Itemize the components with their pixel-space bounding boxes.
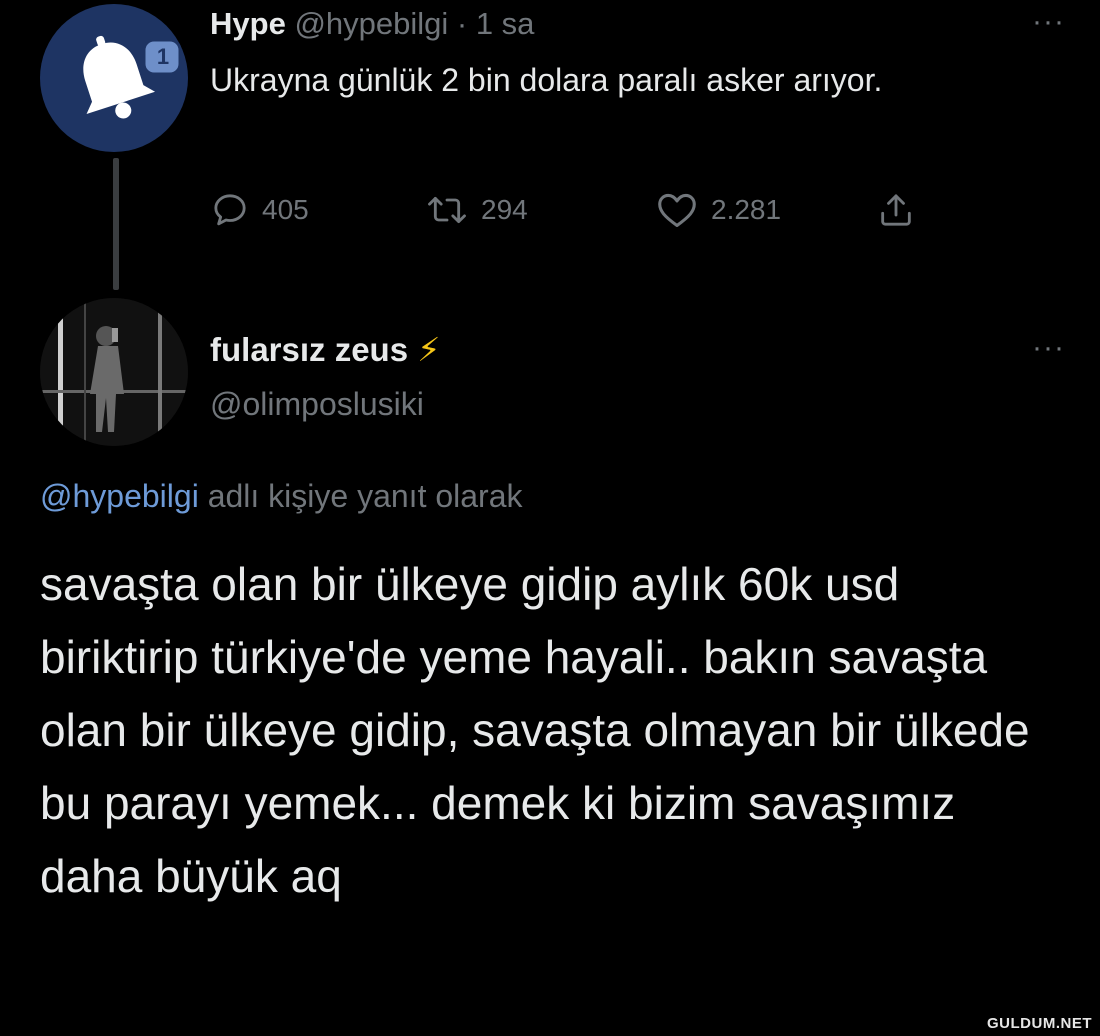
replying-to-suffix: adlı kişiye yanıt olarak bbox=[198, 478, 523, 514]
watermark-text: GULDUM.NET bbox=[987, 1015, 1092, 1032]
notification-badge-count: 1 bbox=[156, 44, 170, 69]
parent-handle-time[interactable]: @hypebilgi · 1 sa bbox=[294, 6, 534, 41]
parent-tweet-text: Ukrayna günlük 2 bin dolara paralı asker… bbox=[210, 62, 883, 98]
like-button[interactable]: 2.281 bbox=[655, 190, 781, 230]
zeus-avatar[interactable] bbox=[40, 298, 188, 446]
reply-button[interactable]: 405 bbox=[210, 190, 309, 230]
share-button[interactable] bbox=[876, 190, 916, 230]
retweet-button[interactable]: 294 bbox=[425, 190, 528, 230]
reply-more-button[interactable]: ··· bbox=[1032, 333, 1065, 363]
retweet-icon bbox=[428, 196, 466, 224]
like-count: 2.281 bbox=[711, 194, 782, 225]
bell-icon bbox=[83, 35, 182, 119]
replying-to-line: @hypebilgi adlı kişiye yanıt olarak bbox=[40, 474, 523, 518]
reply-author-handle[interactable]: @olimposlusiki bbox=[210, 382, 424, 426]
profile-photo bbox=[40, 298, 188, 446]
lightning-emoji: ⚡ bbox=[417, 331, 441, 368]
share-icon bbox=[881, 194, 911, 226]
reply-icon bbox=[214, 194, 246, 226]
parent-author-name[interactable]: Hype bbox=[210, 6, 286, 41]
parent-tweet-header: Hype @hypebilgi · 1 sa bbox=[210, 2, 534, 46]
reply-author-row: fularsız zeus ⚡ bbox=[210, 328, 440, 372]
retweet-count: 294 bbox=[481, 194, 528, 225]
hype-avatar[interactable]: 1 bbox=[40, 4, 188, 152]
reply-count: 405 bbox=[262, 194, 309, 225]
parent-more-button[interactable]: ··· bbox=[1032, 7, 1065, 37]
reply-author-name[interactable]: fularsız zeus bbox=[210, 331, 408, 368]
replying-to-mention[interactable]: @hypebilgi bbox=[40, 478, 199, 514]
heart-icon bbox=[658, 193, 696, 227]
thread-connector-line bbox=[113, 158, 119, 290]
reply-tweet-text: savaşta olan bir ülkeye gidip aylık 60k … bbox=[40, 558, 1030, 902]
